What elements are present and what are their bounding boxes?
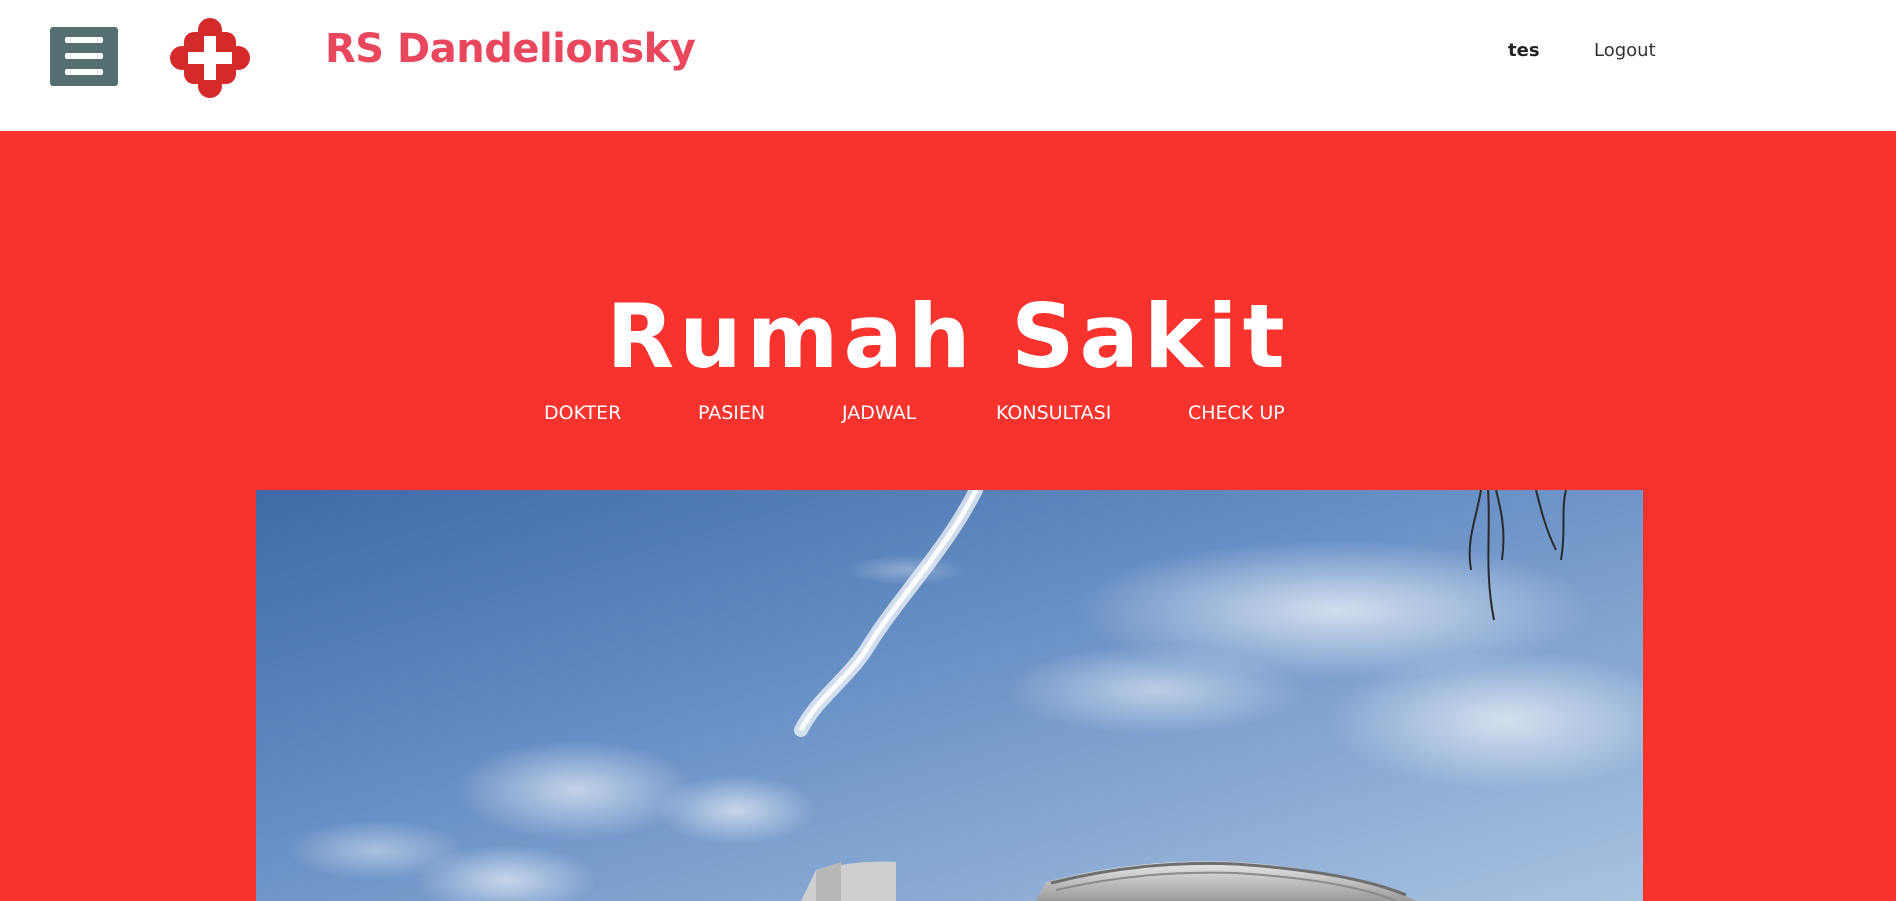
brand-name[interactable]: RS Dandelionsky <box>325 26 696 72</box>
top-header: RS Dandelionsky tes Logout <box>0 0 1896 131</box>
menu-bar <box>65 69 103 75</box>
nav-pasien[interactable]: PASIEN <box>698 402 765 424</box>
main-nav: DOKTER PASIEN JADWAL KONSULTASI CHECK UP <box>0 402 1896 428</box>
nav-dokter[interactable]: DOKTER <box>544 402 621 424</box>
red-cross-icon[interactable] <box>170 18 250 98</box>
nav-jadwal[interactable]: JADWAL <box>842 402 916 424</box>
hero-title: Rumah Sakit <box>606 285 1290 388</box>
user-name: tes <box>1508 40 1540 61</box>
nav-check-up[interactable]: CHECK UP <box>1188 402 1285 424</box>
logout-link[interactable]: Logout <box>1594 40 1656 61</box>
hamburger-menu-icon[interactable] <box>50 27 118 86</box>
hospital-photo-graphic <box>256 490 1643 901</box>
menu-bar <box>65 53 103 59</box>
nav-konsultasi[interactable]: KONSULTASI <box>996 402 1111 424</box>
hero-section: Rumah Sakit DOKTER PASIEN JADWAL KONSULT… <box>0 131 1896 901</box>
menu-bar <box>65 37 103 43</box>
hospital-building-photo <box>256 490 1643 901</box>
